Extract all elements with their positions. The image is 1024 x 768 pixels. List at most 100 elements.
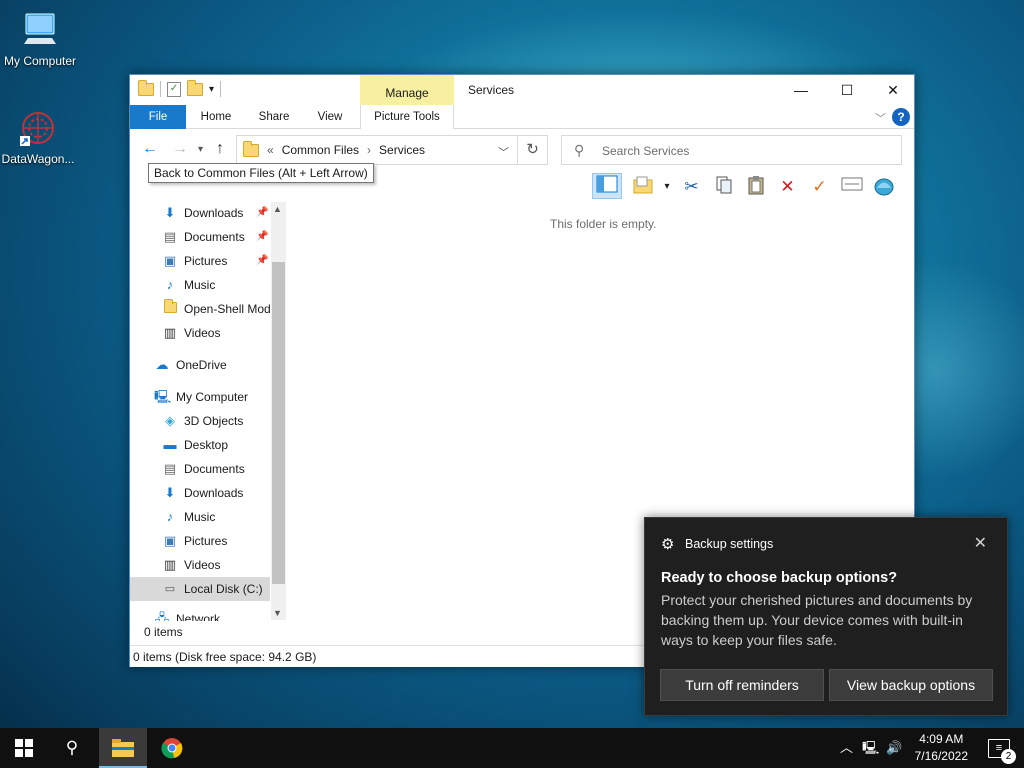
breadcrumb-overflow[interactable]: « [267, 143, 274, 157]
title-bar: ✓ ▾ Manage Services — ☐ ✕ [130, 75, 914, 105]
open-shell-icon[interactable] [872, 175, 895, 198]
properties-check-icon[interactable]: ✓ [808, 175, 831, 198]
properties-icon[interactable]: ✓ [167, 81, 181, 97]
nav-item-local-disk[interactable]: ▭ Local Disk (C:) [130, 577, 270, 601]
nav-item-videos-pc[interactable]: ▥ Videos [130, 553, 270, 577]
desktop-icon-label: DataWagon... [1, 152, 75, 166]
nav-item-label: OneDrive [176, 358, 227, 372]
nav-item-onedrive[interactable]: ☁ OneDrive [130, 353, 270, 377]
cut-icon[interactable]: ✂ [680, 175, 703, 198]
breadcrumb-services[interactable]: Services [379, 143, 425, 157]
delete-icon[interactable]: ✕ [776, 175, 799, 198]
notification-body: Protect your cherished pictures and docu… [661, 592, 973, 648]
desktop-icon-datawagon[interactable]: DataWagon... [0, 108, 78, 166]
search-input[interactable]: ⚲ Search Services [561, 135, 902, 165]
taskbar-file-explorer[interactable] [99, 728, 147, 768]
pictures-icon: ▣ [163, 533, 177, 548]
music-note-icon: ♪ [166, 277, 174, 292]
customize-qat-chevron-icon[interactable]: ▾ [209, 84, 214, 95]
minimize-button[interactable]: — [778, 75, 824, 105]
nav-item-music-pc[interactable]: ♪ Music [130, 505, 270, 529]
navigation-pane: ⬇ Downloads 📌 ▤ Documents 📌 ▣ Pictures 📌… [130, 201, 286, 621]
taskbar-chrome[interactable] [148, 728, 196, 768]
close-icon[interactable]: ✕ [974, 533, 987, 553]
address-dropdown-chevron-icon[interactable]: ﹀ [498, 144, 509, 160]
start-button[interactable] [0, 728, 48, 768]
nav-item-3d-objects[interactable]: ◈ 3D Objects [130, 409, 270, 433]
ribbon-tabs: File Home Share View Picture Tools ﹀ ? [130, 105, 914, 129]
nav-item-label: Documents [184, 462, 245, 476]
forward-arrow-icon[interactable]: → [172, 140, 188, 158]
refresh-button[interactable]: ↻ [518, 135, 548, 165]
nav-item-label: Music [184, 278, 216, 292]
nav-item-label: My Computer [176, 390, 249, 404]
desktop-icon-my-computer[interactable]: My Computer [0, 10, 80, 68]
address-bar[interactable]: « Common Files › Services ﹀ [236, 135, 518, 165]
network-icon[interactable]: 🖳 [862, 728, 879, 768]
nav-item-pictures-pc[interactable]: ▣ Pictures [130, 529, 270, 553]
help-icon[interactable]: ? [892, 108, 910, 126]
scrollbar-thumb[interactable] [272, 262, 285, 584]
nav-item-label: Documents [184, 230, 245, 244]
nav-item-label: Pictures [184, 254, 228, 268]
nav-item-label: Music [184, 510, 216, 524]
up-arrow-icon[interactable]: ↑ [216, 140, 224, 158]
nav-item-documents-pc[interactable]: ▤ Documents [130, 457, 270, 481]
divider [220, 81, 222, 97]
tab-file[interactable]: File [130, 105, 186, 129]
nav-item-open-shell[interactable]: Open-Shell Mod [130, 297, 270, 321]
clock[interactable]: 4:09 AM 7/16/2022 [915, 731, 968, 765]
tab-home[interactable]: Home [194, 105, 238, 129]
paste-icon[interactable] [744, 175, 767, 198]
tab-picture-tools[interactable]: Picture Tools [360, 105, 454, 129]
tab-view[interactable]: View [308, 105, 352, 129]
maximize-button[interactable]: ☐ [824, 75, 870, 105]
nav-item-label: Videos [184, 326, 221, 340]
navigation-pane-scrollbar[interactable]: ▲ ▼ [271, 202, 286, 620]
show-hidden-icons-chevron-icon[interactable]: ︿ [840, 728, 853, 768]
recent-locations-chevron-icon[interactable]: ▾ [198, 144, 203, 155]
tab-share[interactable]: Share [250, 105, 298, 129]
nav-item-pictures[interactable]: ▣ Pictures 📌 [130, 249, 270, 273]
navigation-pane-toggle-icon[interactable] [592, 173, 622, 199]
download-arrow-icon: ⬇ [164, 485, 176, 500]
breadcrumb-separator-icon: › [367, 143, 372, 157]
backup-notification-toast[interactable]: ⚙ Backup settings ✕ Ready to choose back… [644, 517, 1008, 716]
tab-manage[interactable]: Manage [360, 75, 454, 105]
turn-off-reminders-button[interactable]: Turn off reminders [660, 669, 824, 701]
search-icon[interactable]: ⚲ [48, 728, 96, 768]
nav-item-music[interactable]: ♪ Music [130, 273, 270, 297]
new-folder-icon[interactable] [631, 175, 654, 198]
nav-item-label: Open-Shell Mod [184, 302, 270, 316]
copy-icon[interactable] [712, 175, 735, 198]
film-icon: ▥ [163, 325, 177, 340]
nav-item-documents[interactable]: ▤ Documents 📌 [130, 225, 270, 249]
nav-item-downloads-pc[interactable]: ⬇ Downloads [130, 481, 270, 505]
nav-item-downloads[interactable]: ⬇ Downloads 📌 [130, 201, 270, 225]
nav-item-desktop[interactable]: ▬ Desktop [130, 433, 270, 457]
scroll-up-arrow-icon[interactable]: ▲ [273, 204, 282, 214]
pin-icon: 📌 [256, 231, 269, 242]
close-button[interactable]: ✕ [870, 75, 916, 105]
windows-logo-icon [15, 739, 33, 757]
quick-access-toolbar: ✓ ▾ [138, 79, 222, 97]
folder-icon [243, 140, 259, 157]
new-folder-icon[interactable] [187, 79, 203, 96]
volume-icon[interactable]: 🔊 [886, 728, 902, 768]
action-center-icon[interactable]: ≡ 2 [988, 739, 1016, 764]
breadcrumb-common-files[interactable]: Common Files [282, 143, 359, 157]
back-arrow-icon[interactable]: ← [142, 140, 158, 158]
expand-ribbon-chevron-icon[interactable]: ﹀ [875, 110, 886, 126]
email-icon[interactable] [840, 175, 863, 198]
notification-count: 2 [1001, 749, 1016, 764]
nav-item-my-computer[interactable]: 🖳 My Computer [130, 385, 270, 409]
dropdown-chevron-icon[interactable]: ▾ [663, 175, 671, 198]
view-backup-options-button[interactable]: View backup options [829, 669, 993, 701]
drive-icon: ▭ [164, 583, 176, 595]
scroll-down-arrow-icon[interactable]: ▼ [273, 608, 282, 618]
nav-item-network[interactable]: 🖧 Network [130, 607, 270, 621]
clock-time: 4:09 AM [919, 732, 964, 746]
desktop-icon-label: My Computer [3, 54, 77, 68]
nav-item-videos[interactable]: ▥ Videos [130, 321, 270, 345]
folder-icon [112, 739, 134, 757]
